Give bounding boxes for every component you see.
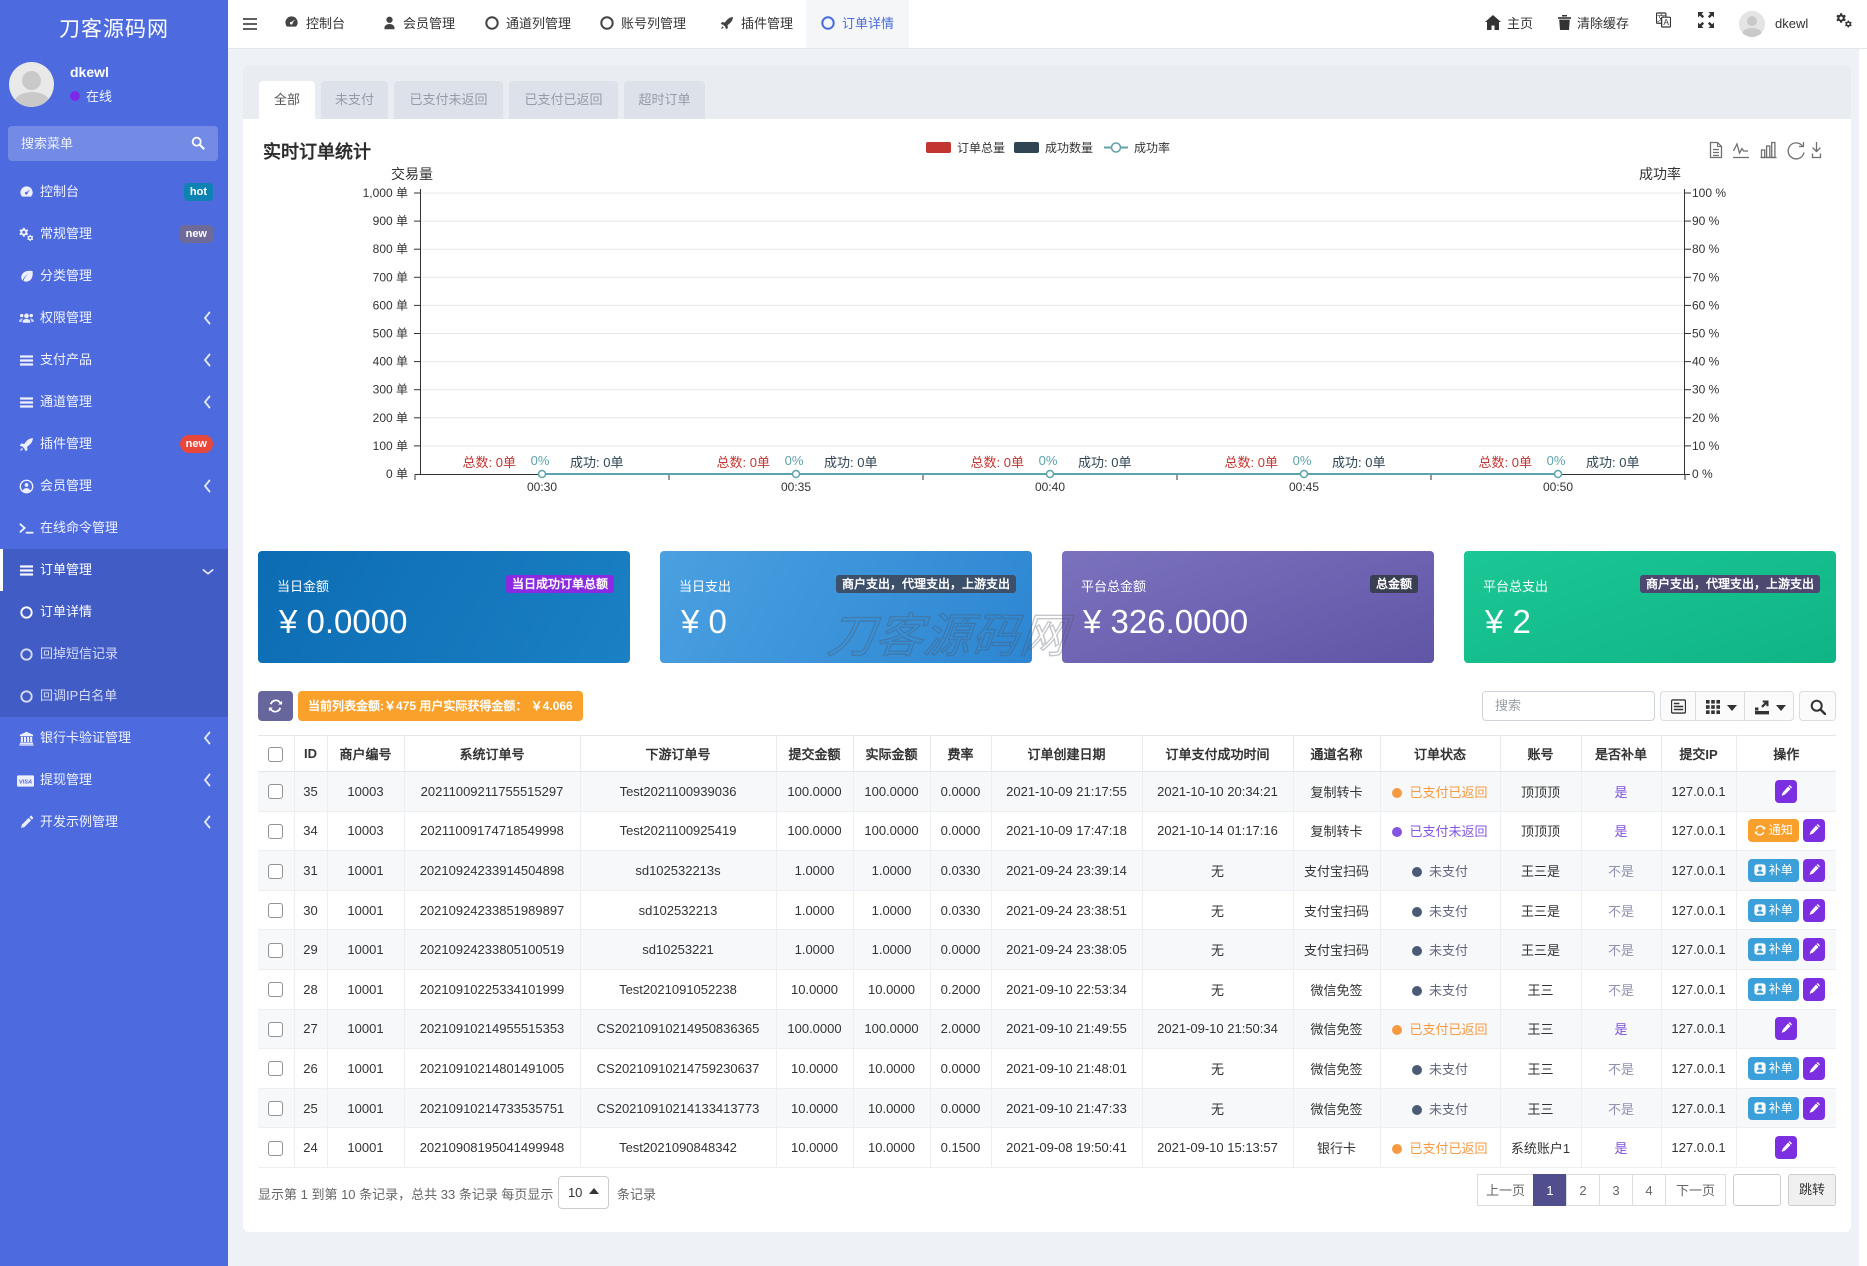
svg-text:00:40: 00:40 — [1035, 480, 1065, 494]
svg-text:60 %: 60 % — [1692, 298, 1720, 312]
svg-text:0%: 0% — [1039, 453, 1058, 468]
svg-text:成功: 0单: 成功: 0单 — [570, 455, 623, 470]
svg-text:100 %: 100 % — [1692, 186, 1726, 200]
svg-text:0%: 0% — [785, 453, 804, 468]
svg-text:300 单: 300 单 — [373, 383, 408, 397]
svg-text:00:35: 00:35 — [781, 480, 811, 494]
svg-text:订单总量: 订单总量 — [957, 141, 1005, 155]
svg-text:0%: 0% — [1293, 453, 1312, 468]
svg-text:成功: 0单: 成功: 0单 — [1332, 455, 1385, 470]
svg-text:0%: 0% — [531, 453, 550, 468]
svg-text:总数: 0单: 总数: 0单 — [1479, 455, 1532, 470]
svg-text:30 %: 30 % — [1692, 383, 1720, 397]
svg-text:800 单: 800 单 — [373, 242, 408, 256]
svg-text:成功: 0单: 成功: 0单 — [824, 455, 877, 470]
svg-text:200 单: 200 单 — [373, 411, 408, 425]
svg-text:10 %: 10 % — [1692, 439, 1720, 453]
svg-text:交易量: 交易量 — [391, 166, 433, 182]
svg-text:成功率: 成功率 — [1639, 166, 1681, 182]
svg-text:0 %: 0 % — [1692, 467, 1713, 481]
svg-text:0%: 0% — [1547, 453, 1566, 468]
svg-text:成功: 0单: 成功: 0单 — [1586, 455, 1639, 470]
svg-text:20 %: 20 % — [1692, 411, 1720, 425]
svg-text:总数: 0单: 总数: 0单 — [463, 455, 516, 470]
svg-text:400 单: 400 单 — [373, 355, 408, 369]
svg-text:600 单: 600 单 — [373, 298, 408, 312]
svg-text:总数: 0单: 总数: 0单 — [717, 455, 770, 470]
svg-text:VISA: VISA — [19, 779, 32, 785]
svg-text:1,000 单: 1,000 单 — [363, 186, 408, 200]
svg-text:00:30: 00:30 — [527, 480, 557, 494]
svg-text:成功数量: 成功数量 — [1045, 140, 1093, 155]
svg-text:成功率: 成功率 — [1134, 140, 1170, 155]
svg-text:40 %: 40 % — [1692, 355, 1720, 369]
svg-text:900 单: 900 单 — [373, 214, 408, 228]
svg-text:500 单: 500 单 — [373, 327, 408, 341]
svg-text:90 %: 90 % — [1692, 214, 1720, 228]
svg-text:00:45: 00:45 — [1289, 480, 1319, 494]
svg-text:70 %: 70 % — [1692, 270, 1720, 284]
svg-text:700 单: 700 单 — [373, 270, 408, 284]
svg-text:总数: 0单: 总数: 0单 — [1225, 455, 1278, 470]
svg-text:A: A — [1663, 17, 1669, 27]
svg-text:0 单: 0 单 — [386, 467, 408, 481]
svg-text:50 %: 50 % — [1692, 327, 1720, 341]
svg-text:成功: 0单: 成功: 0单 — [1078, 455, 1131, 470]
svg-text:总数: 0单: 总数: 0单 — [971, 455, 1024, 470]
svg-text:100 单: 100 单 — [373, 439, 408, 453]
svg-text:80 %: 80 % — [1692, 242, 1720, 256]
svg-text:00:50: 00:50 — [1543, 480, 1573, 494]
